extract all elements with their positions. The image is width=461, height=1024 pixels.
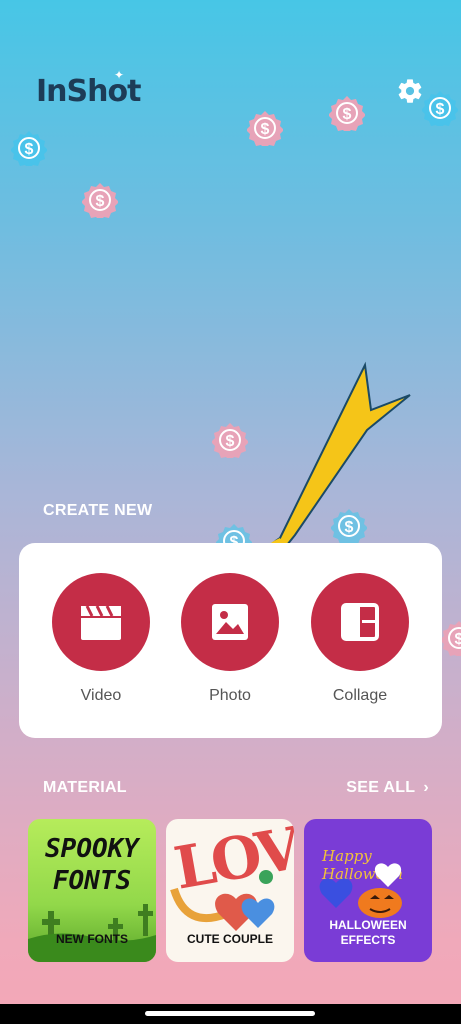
svg-text:$: $ [25,141,34,158]
hearts-art [170,870,275,931]
material-card-new-fonts[interactable]: SPOOKY FONTS NEW FONTS [28,819,156,962]
cute-couple-label: CUTE COUPLE [186,932,273,946]
sparkle-icon: ✦ [114,68,125,82]
svg-text:$: $ [436,101,445,118]
material-card-cute-couple[interactable]: LOVE CUTE COUPLE [166,819,294,962]
dollar-coin-icon: $ [329,95,365,131]
halloween-effects-label: HALLOWEEN EFFECTS [329,918,407,947]
chevron-right-icon: › [423,779,429,796]
collage-grid-icon [341,603,379,641]
dollar-coin-icon: $ [11,130,47,166]
material-title: MATERIAL [43,779,127,796]
photo-label: Photo [209,687,251,704]
pumpkin-art [319,863,402,918]
see-all-link[interactable]: SEE ALL › [346,779,429,797]
collage-label: Collage [332,687,388,704]
image-icon [212,604,248,640]
dollar-coin-icon: $ [422,90,458,126]
video-label: Video [80,687,122,704]
dollar-coin-icon: $ [82,182,118,218]
new-fonts-label: NEW FONTS [56,932,128,946]
app-logo: InShot [36,74,141,109]
dollar-coin-icon: $ [441,620,461,656]
dollar-coin-icon: $ [247,110,283,146]
photo-button[interactable]: Photo [180,573,280,705]
svg-text:$: $ [261,121,270,138]
home-indicator[interactable] [145,1011,315,1016]
video-button[interactable]: Video [51,573,151,705]
svg-text:$: $ [226,433,235,450]
graveyard-art [28,904,156,962]
create-new-title: CREATE NEW [43,502,153,519]
dollar-coin-icon: $ [212,422,248,458]
see-all-label: SEE ALL [346,779,416,796]
svg-text:$: $ [343,106,352,123]
gear-icon[interactable] [396,77,424,105]
clapperboard-icon [81,605,121,640]
collage-button[interactable]: Collage [310,573,410,705]
svg-text:$: $ [96,193,105,210]
svg-text:$: $ [455,631,461,648]
material-card-halloween-effects[interactable]: Happy Halloween HALLOWEEN EFFECTS [304,819,432,962]
spooky-fonts-art: SPOOKY FONTS [45,834,139,896]
create-new-card: Video Photo Collage [19,543,442,738]
